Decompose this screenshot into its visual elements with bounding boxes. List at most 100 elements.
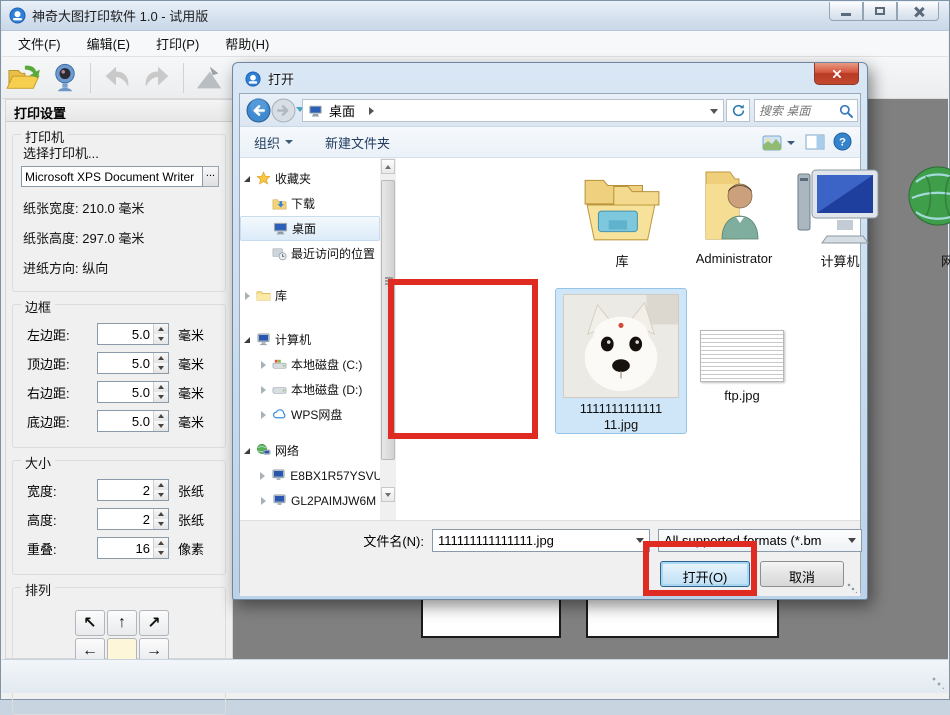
paper-width-row: 纸张宽度: 210.0 毫米 (23, 198, 221, 217)
expander-open-icon[interactable] (242, 448, 252, 454)
rotate-button[interactable] (188, 60, 230, 96)
expander-closed-icon[interactable] (258, 497, 268, 505)
expander-open-icon[interactable] (242, 176, 252, 182)
redo-button[interactable] (137, 60, 179, 96)
refresh-button[interactable] (726, 99, 750, 122)
close-button[interactable] (897, 2, 939, 21)
spin-down[interactable] (154, 490, 168, 500)
help-icon: ? (833, 132, 852, 151)
spin-up[interactable] (154, 509, 168, 519)
expander-open-icon[interactable] (242, 337, 252, 343)
arrange-up-right-button[interactable]: ↗ (139, 610, 169, 636)
scroll-up-button[interactable] (381, 159, 395, 174)
spin-up[interactable] (154, 353, 168, 363)
tree-item-drive-d[interactable]: 本地磁盘 (D:) (240, 377, 380, 402)
file-item-ftp[interactable]: ftp.jpg (692, 330, 792, 403)
tree-item-computer[interactable]: 计算机 (240, 327, 380, 352)
views-button[interactable] (760, 133, 797, 153)
search-input[interactable] (759, 102, 837, 119)
spin-down[interactable] (154, 421, 168, 431)
spin-down[interactable] (154, 519, 168, 529)
file-item-computer[interactable]: 计算机 (790, 164, 890, 270)
menu-help[interactable]: 帮助(H) (215, 30, 279, 57)
search-icon[interactable] (838, 103, 854, 124)
spin-up[interactable] (154, 480, 168, 490)
forward-button[interactable] (271, 98, 296, 128)
address-dropdown-icon[interactable] (710, 109, 718, 114)
tree-item-network[interactable]: 网络 (240, 438, 380, 463)
file-item-administrator[interactable]: Administrator (682, 164, 786, 266)
paper-height-row: 纸张高度: 297.0 毫米 (23, 228, 221, 247)
file-item-network[interactable]: 网络 (902, 164, 950, 270)
arrange-up-button[interactable]: ↑ (107, 610, 137, 636)
right-margin-stepper[interactable]: 5.0 (97, 381, 169, 403)
preview-pane-button[interactable] (805, 134, 825, 153)
width-stepper[interactable]: 2 (97, 479, 169, 501)
open-image-button[interactable] (2, 60, 44, 96)
spin-up[interactable] (154, 382, 168, 392)
left-margin-stepper[interactable]: 5.0 (97, 323, 169, 345)
tree-item-drive-c[interactable]: 本地磁盘 (C:) (240, 352, 380, 377)
expander-closed-icon[interactable] (242, 292, 252, 300)
printer-browse-button[interactable]: ... (203, 166, 219, 187)
new-folder-button[interactable]: 新建文件夹 (317, 129, 398, 156)
panel-header: 打印设置 (6, 100, 232, 122)
cancel-button[interactable]: 取消 (760, 561, 844, 587)
user-folder-icon (682, 164, 786, 248)
file-item-libraries[interactable]: 库 (572, 166, 672, 270)
filename-label: 文件名(N): (300, 531, 424, 550)
back-button[interactable] (246, 98, 271, 128)
redo-icon (141, 63, 175, 93)
tree-item-desktop[interactable]: 桌面 (240, 216, 380, 241)
overlap-stepper[interactable]: 16 (97, 537, 169, 559)
tree-item-downloads[interactable]: 下载 (240, 191, 380, 216)
menu-edit[interactable]: 编辑(E) (77, 30, 140, 57)
address-bar[interactable]: 桌面 (302, 99, 724, 122)
expander-closed-icon[interactable] (258, 411, 268, 419)
height-stepper[interactable]: 2 (97, 508, 169, 530)
file-item-dog-image[interactable]: 1111111111111 11.jpg (555, 288, 687, 434)
spin-up[interactable] (154, 538, 168, 548)
filename-combobox[interactable]: 111111111111111.jpg (432, 529, 650, 552)
spin-up[interactable] (154, 411, 168, 421)
maximize-button[interactable] (863, 2, 897, 21)
right-margin-row: 右边距: 5.0 毫米 (27, 381, 221, 403)
spin-down[interactable] (154, 548, 168, 558)
tree-item-recent-places[interactable]: 最近访问的位置 (240, 241, 380, 266)
dialog-resize-grip[interactable] (847, 583, 857, 593)
spin-down[interactable] (154, 334, 168, 344)
breadcrumb-arrow-icon[interactable] (369, 107, 374, 115)
tree-item-wps-cloud[interactable]: WPS网盘 (240, 402, 380, 427)
organize-button[interactable]: 组织 (246, 129, 301, 156)
tree-item-network-pc-1[interactable]: E8BX1R57YSVU (240, 463, 380, 488)
camera-capture-button[interactable] (44, 60, 86, 96)
expander-closed-icon[interactable] (258, 361, 268, 369)
expander-closed-icon[interactable] (258, 472, 268, 480)
minimize-button[interactable] (829, 2, 863, 21)
help-button[interactable]: ? (833, 132, 852, 154)
desktop-icon (308, 104, 323, 118)
scroll-down-button[interactable] (381, 487, 395, 502)
tree-item-favorites[interactable]: 收藏夹 (240, 166, 380, 191)
chevron-down-icon[interactable] (848, 538, 856, 543)
resize-grip[interactable] (932, 677, 944, 689)
top-margin-stepper[interactable]: 5.0 (97, 352, 169, 374)
spin-down[interactable] (154, 392, 168, 402)
breadcrumb-location[interactable]: 桌面 (329, 101, 355, 120)
orientation-row: 进纸方向: 纵向 (23, 258, 221, 277)
tree-item-libraries[interactable]: 库 (240, 283, 380, 308)
tree-item-network-pc-2[interactable]: GL2PAIMJW6M (240, 488, 380, 513)
arrange-up-left-button[interactable]: ↖ (75, 610, 105, 636)
spin-down[interactable] (154, 363, 168, 373)
printer-name-field[interactable]: Microsoft XPS Document Writer (21, 166, 203, 187)
dialog-close-button[interactable] (814, 63, 859, 85)
menu-file[interactable]: 文件(F) (8, 30, 71, 57)
spin-up[interactable] (154, 324, 168, 334)
menu-print[interactable]: 打印(P) (146, 30, 209, 57)
rotate-icon (193, 63, 225, 93)
folder-tree: 收藏夹 下载 桌面 最近访问的位置 (240, 158, 380, 520)
expander-closed-icon[interactable] (258, 386, 268, 394)
print-settings-panel: 打印设置 打印机 选择打印机... Microsoft XPS Document… (5, 99, 233, 659)
bottom-margin-stepper[interactable]: 5.0 (97, 410, 169, 432)
undo-button[interactable] (95, 60, 137, 96)
